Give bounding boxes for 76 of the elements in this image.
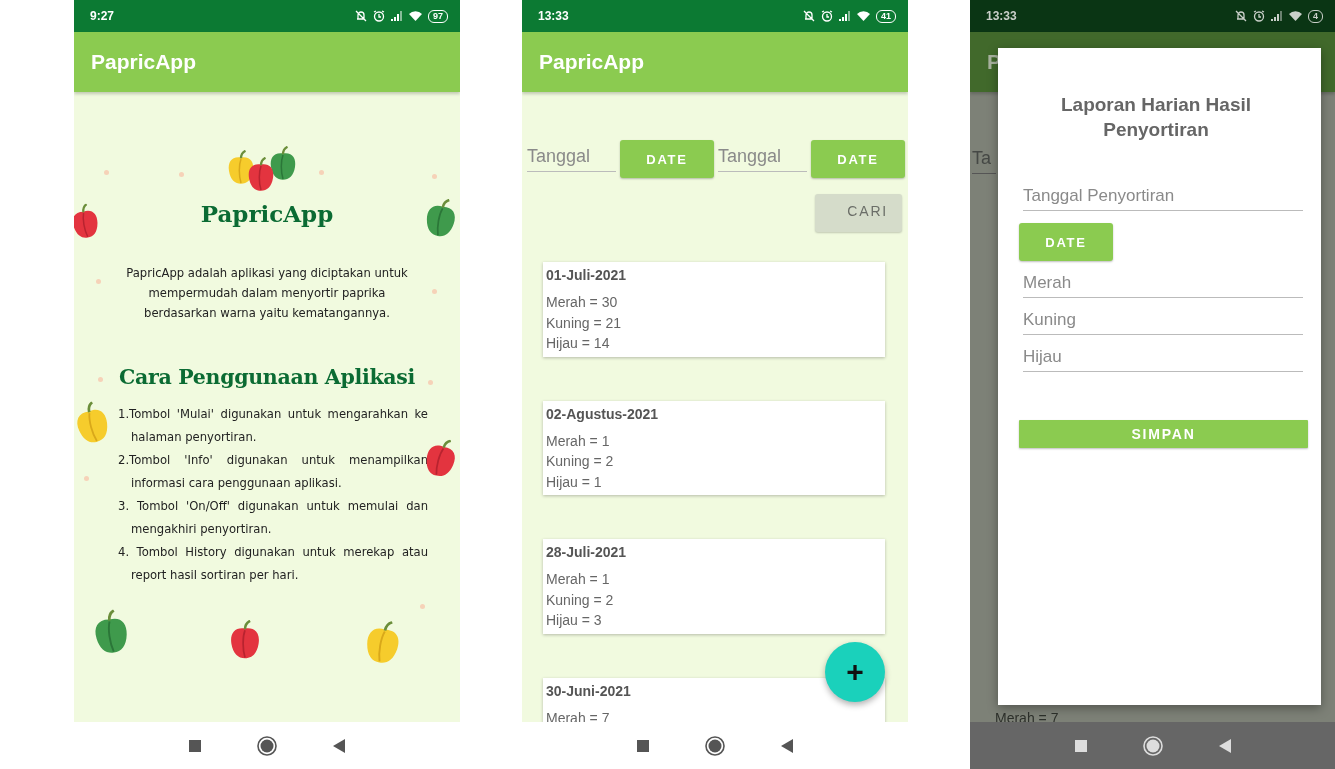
signal-icon xyxy=(839,11,851,21)
bell-off-icon xyxy=(803,10,815,22)
back-nav-icon[interactable] xyxy=(781,738,793,753)
record-count: Merah = 1 xyxy=(546,570,611,589)
signal-icon xyxy=(391,11,403,21)
date-button[interactable]: DATE xyxy=(1019,223,1113,261)
input-field[interactable]: Tanggal Penyortiran xyxy=(1023,186,1303,211)
decorative-dot xyxy=(428,380,433,385)
back-nav-icon[interactable] xyxy=(1218,738,1231,753)
home-nav-icon[interactable] xyxy=(705,735,725,756)
record-count: Hijau = 1 xyxy=(546,472,603,492)
battery-level: 97 xyxy=(428,9,448,23)
wifi-icon xyxy=(409,11,422,21)
record-date: 28-Juli-2021 xyxy=(546,544,628,560)
date-button[interactable]: DATE xyxy=(811,140,905,178)
decorative-dot xyxy=(319,170,324,175)
battery-level: 4 xyxy=(1308,9,1323,23)
decorative-dot xyxy=(104,170,109,175)
record-count: Kuning = 21 xyxy=(546,313,623,333)
battery-level: 41 xyxy=(876,9,896,23)
app-logo-title: PapricApp xyxy=(200,200,334,227)
instruction-step: 1.Tombol 'Mulai' digunakan untuk mengarahkan ke halaman penyortiran. xyxy=(118,403,428,449)
app-description: PapricApp adalah aplikasi yang diciptakan untuk mempermudah dalam menyortir paprika berdasarkan warna yaitu kematangannya. xyxy=(125,265,409,322)
back-nav-icon[interactable] xyxy=(333,738,345,753)
dialog-title: Laporan Harian Hasil Penyortiran xyxy=(1059,93,1253,142)
record-count: Kuning = 2 xyxy=(546,590,615,610)
instruction-step: 4. Tombol History digunakan untuk merekap atau report hasil sortiran per hari. xyxy=(118,541,428,587)
save-button[interactable]: SIMPAN xyxy=(1019,420,1308,448)
record-date: 02-Agustus-2021 xyxy=(546,405,660,422)
home-nav-icon[interactable] xyxy=(257,735,277,756)
date-input-field: Ta xyxy=(972,148,996,174)
input-field[interactable]: Merah xyxy=(1023,273,1303,298)
decorative-dot xyxy=(179,172,184,177)
record-count: Merah = 30 xyxy=(546,293,619,312)
status-time: 9:27 xyxy=(90,9,115,23)
date-button[interactable]: DATE xyxy=(620,140,714,178)
bell-pepper-icon xyxy=(246,157,276,192)
decorative-dot xyxy=(96,279,101,284)
search-button[interactable]: CARI xyxy=(815,194,902,232)
instruction-step: 2.Tombol 'Info' digunakan untuk menampilkan informasi cara penggunaan aplikasi. xyxy=(118,449,428,495)
record-count: Merah = 1 xyxy=(546,431,611,451)
date-input-field[interactable]: Tanggal xyxy=(718,146,807,172)
square-nav-icon[interactable] xyxy=(189,739,201,752)
square-nav-icon[interactable] xyxy=(637,739,649,752)
date-input-field[interactable]: Tanggal xyxy=(527,146,616,172)
square-nav-icon[interactable] xyxy=(1074,739,1087,752)
status-time: 13:33 xyxy=(538,9,569,23)
alarm-icon xyxy=(1253,10,1265,22)
wifi-icon xyxy=(1289,11,1302,21)
decorative-dot xyxy=(432,289,437,294)
record-date: 30-Juni-2021 xyxy=(546,682,632,699)
input-field[interactable]: Hijau xyxy=(1023,347,1303,372)
decorative-dot xyxy=(432,174,437,179)
decorative-dot xyxy=(420,604,425,609)
record-date: 01-Juli-2021 xyxy=(546,267,628,283)
bell-off-icon xyxy=(1235,10,1247,22)
app-bar-title: PapricApp xyxy=(91,50,197,74)
signal-icon xyxy=(1271,11,1283,21)
alarm-icon xyxy=(373,10,385,22)
record-count: Hijau = 3 xyxy=(546,611,603,630)
wifi-icon xyxy=(857,11,870,21)
record-count: Kuning = 2 xyxy=(546,452,615,471)
bell-pepper-icon xyxy=(268,146,298,181)
record-count: Hijau = 14 xyxy=(546,334,611,353)
app-bar-title: PapricApp xyxy=(539,50,645,74)
decorative-dot xyxy=(98,377,103,382)
bell-off-icon xyxy=(355,10,367,22)
add-button[interactable]: + xyxy=(825,642,885,702)
input-field[interactable]: Kuning xyxy=(1023,310,1303,335)
record-count: Merah = 7 xyxy=(546,708,611,722)
bell-pepper-icon xyxy=(228,620,262,660)
section-heading: Cara Penggunaan Aplikasi xyxy=(118,365,416,389)
decorative-dot xyxy=(84,476,89,481)
status-time: 13:33 xyxy=(986,9,1017,23)
instruction-step: 3. Tombol 'On/Off' digunakan untuk memulai dan mengakhiri penyortiran. xyxy=(118,495,428,541)
alarm-icon xyxy=(821,10,833,22)
